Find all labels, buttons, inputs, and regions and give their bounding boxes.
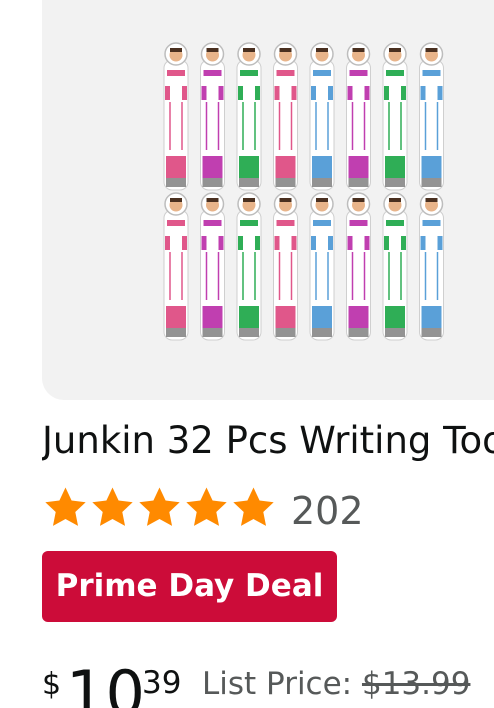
star-icon [233, 487, 274, 526]
product-card[interactable]: Junkin 32 Pcs Writing Tools Astronaut Fi… [0, 0, 494, 708]
star-icon [186, 487, 227, 526]
product-image-graphic [163, 42, 444, 341]
star-icon [92, 487, 133, 526]
product-title[interactable]: Junkin 32 Pcs Writing Tools Astronaut Fi… [42, 418, 494, 464]
list-price-value: $13.99 [361, 666, 471, 702]
star-rating [42, 484, 277, 531]
price-fraction: 39 [142, 665, 182, 701]
star-icon [45, 487, 86, 526]
list-price: List Price: $13.99 [202, 666, 470, 702]
price-currency: $ [42, 667, 62, 702]
rating-row[interactable]: 202 [42, 480, 364, 534]
list-price-label: List Price: [202, 666, 362, 702]
rating-count[interactable]: 202 [291, 476, 364, 538]
star-icon [139, 487, 180, 526]
price-whole: 10 [66, 657, 145, 708]
product-image[interactable] [42, 0, 494, 400]
deal-badge: Prime Day Deal [42, 551, 337, 622]
